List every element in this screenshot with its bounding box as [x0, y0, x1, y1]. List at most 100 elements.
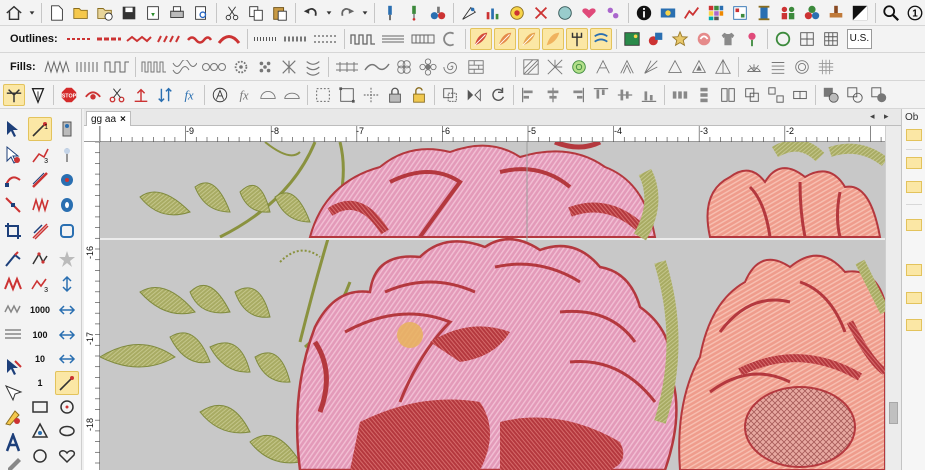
select-box-icon[interactable]	[312, 84, 334, 106]
hoop-tool-icon[interactable]	[55, 219, 79, 243]
vertical-ruler[interactable]: -16 -17 -18	[84, 141, 100, 470]
weld-icon[interactable]	[820, 84, 842, 106]
paint-icon[interactable]	[1, 405, 25, 429]
zoom-1-icon[interactable]: 1	[904, 2, 925, 24]
shapes-icon[interactable]	[645, 28, 667, 50]
fill-pattern-3-icon[interactable]	[200, 57, 228, 77]
fill-triangle-icon[interactable]	[664, 56, 686, 78]
bobbin-icon[interactable]	[55, 193, 79, 217]
outline-style-3-icon[interactable]	[125, 29, 153, 49]
select-pointer-icon[interactable]	[1, 355, 25, 379]
spool-icon[interactable]	[753, 2, 775, 24]
stitch-count-100[interactable]: 100	[28, 323, 52, 347]
vertical-scrollbar-thumb[interactable]	[889, 402, 898, 424]
print-icon[interactable]	[166, 2, 188, 24]
pattern-outline-icon[interactable]	[541, 28, 564, 50]
export-icon[interactable]	[142, 2, 164, 24]
outline-style-7-icon[interactable]	[252, 29, 280, 49]
pen-nib-icon[interactable]	[27, 84, 49, 106]
outline-style-10-icon[interactable]	[349, 29, 377, 49]
arrow-up-down-icon[interactable]	[55, 272, 79, 296]
color-tool-icon[interactable]	[506, 2, 528, 24]
outline-style-5-icon[interactable]	[185, 29, 213, 49]
fill-cross-icon[interactable]	[278, 56, 300, 78]
eyedropper-icon[interactable]	[1, 454, 25, 470]
text-tool-icon[interactable]	[1, 431, 25, 455]
panel-item[interactable]	[906, 219, 922, 231]
feather-outline-3-icon[interactable]	[517, 28, 540, 50]
lock-icon[interactable]	[384, 84, 406, 106]
color-balls-icon[interactable]	[801, 2, 823, 24]
fill-gear-icon[interactable]	[230, 56, 252, 78]
outline-style-9-icon[interactable]	[312, 29, 340, 49]
ellipse-tool-icon[interactable]	[55, 419, 79, 443]
digitize-zigzag-icon[interactable]	[28, 193, 52, 217]
open-recent-icon[interactable]	[94, 2, 116, 24]
fill-step-icon[interactable]	[103, 57, 131, 77]
stitch-graph-icon[interactable]	[681, 2, 703, 24]
fill-braid-icon[interactable]	[302, 56, 324, 78]
stitch-count-10[interactable]: 10	[28, 347, 52, 371]
cut-icon[interactable]	[221, 2, 243, 24]
align-center-icon[interactable]	[542, 84, 564, 106]
fill-brick-icon[interactable]	[465, 56, 487, 78]
fill-stripe-icon[interactable]	[767, 56, 789, 78]
fill-spiral-icon[interactable]	[592, 56, 614, 78]
fill-pattern-2-icon[interactable]	[170, 57, 198, 77]
outline-style-12-icon[interactable]	[409, 29, 437, 49]
scissors-icon[interactable]	[106, 84, 128, 106]
digitize-open-icon[interactable]: 1	[28, 117, 52, 141]
digitize-manual-icon[interactable]	[28, 247, 52, 271]
fill-triangle-2-icon[interactable]	[688, 56, 710, 78]
needle-icon[interactable]	[379, 2, 401, 24]
applique-icon[interactable]	[554, 2, 576, 24]
hoop-icon[interactable]	[458, 2, 480, 24]
design-canvas[interactable]	[100, 142, 885, 470]
fill-hatch-icon[interactable]	[520, 56, 542, 78]
thread-chart-icon[interactable]	[482, 2, 504, 24]
ungroup-icon[interactable]	[765, 84, 787, 106]
sequin-icon[interactable]	[602, 2, 624, 24]
home-icon[interactable]	[3, 2, 25, 24]
fill-swirl-icon[interactable]	[441, 56, 463, 78]
panel-item[interactable]	[906, 129, 922, 141]
fx-icon[interactable]: fx	[178, 84, 200, 106]
select-arrow-icon[interactable]	[1, 117, 25, 141]
design-properties-icon[interactable]	[657, 2, 679, 24]
outline-style-1-icon[interactable]	[65, 29, 93, 49]
align-top-icon[interactable]	[590, 84, 612, 106]
fill-flower-icon[interactable]	[417, 56, 439, 78]
nodes-icon[interactable]	[336, 84, 358, 106]
print-preview-icon[interactable]	[190, 2, 212, 24]
outline-style-13-icon[interactable]	[439, 28, 461, 50]
distribute-v-icon[interactable]	[693, 84, 715, 106]
circle-tool-icon[interactable]	[55, 395, 79, 419]
thread-palette-icon[interactable]	[729, 2, 751, 24]
paste-icon[interactable]	[269, 2, 291, 24]
open-folder-icon[interactable]	[70, 2, 92, 24]
arc-icon[interactable]	[257, 84, 279, 106]
stitch-count-1000[interactable]: 1000	[28, 298, 52, 322]
zoom-icon[interactable]	[880, 2, 902, 24]
digitize-triple-icon[interactable]	[28, 168, 52, 192]
outline-style-8-icon[interactable]	[282, 29, 310, 49]
fill-mesh-icon[interactable]	[815, 56, 837, 78]
redo-icon[interactable]	[336, 2, 358, 24]
trim-shape-icon[interactable]	[844, 84, 866, 106]
align-right-icon[interactable]	[566, 84, 588, 106]
fill-radial-icon[interactable]	[544, 56, 566, 78]
fill-knot-icon[interactable]	[393, 56, 415, 78]
arrow-left-right-2-icon[interactable]	[55, 323, 79, 347]
hearts-icon[interactable]	[578, 2, 600, 24]
stitch-count-1[interactable]: 1	[28, 371, 52, 395]
fill-dots-icon[interactable]	[254, 56, 276, 78]
fill-fan-icon[interactable]	[640, 56, 662, 78]
panel-item[interactable]	[906, 157, 922, 169]
same-size-icon[interactable]	[717, 84, 739, 106]
zigzag-tool-icon[interactable]	[1, 272, 25, 296]
arrow-left-right-3-icon[interactable]	[55, 347, 79, 371]
tab-scroll-left-icon[interactable]: ◂	[870, 111, 875, 122]
thread-color-icon[interactable]	[55, 168, 79, 192]
align-middle-icon[interactable]	[614, 84, 636, 106]
reshape-icon[interactable]	[1, 168, 25, 192]
